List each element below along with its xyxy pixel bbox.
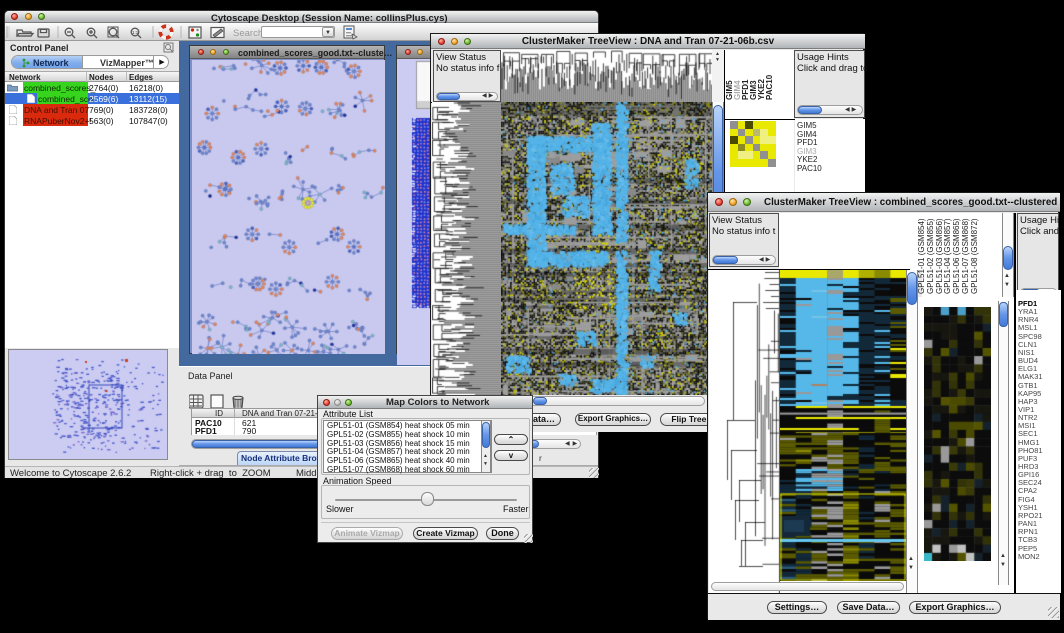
svg-text:1:1: 1:1: [132, 30, 139, 35]
